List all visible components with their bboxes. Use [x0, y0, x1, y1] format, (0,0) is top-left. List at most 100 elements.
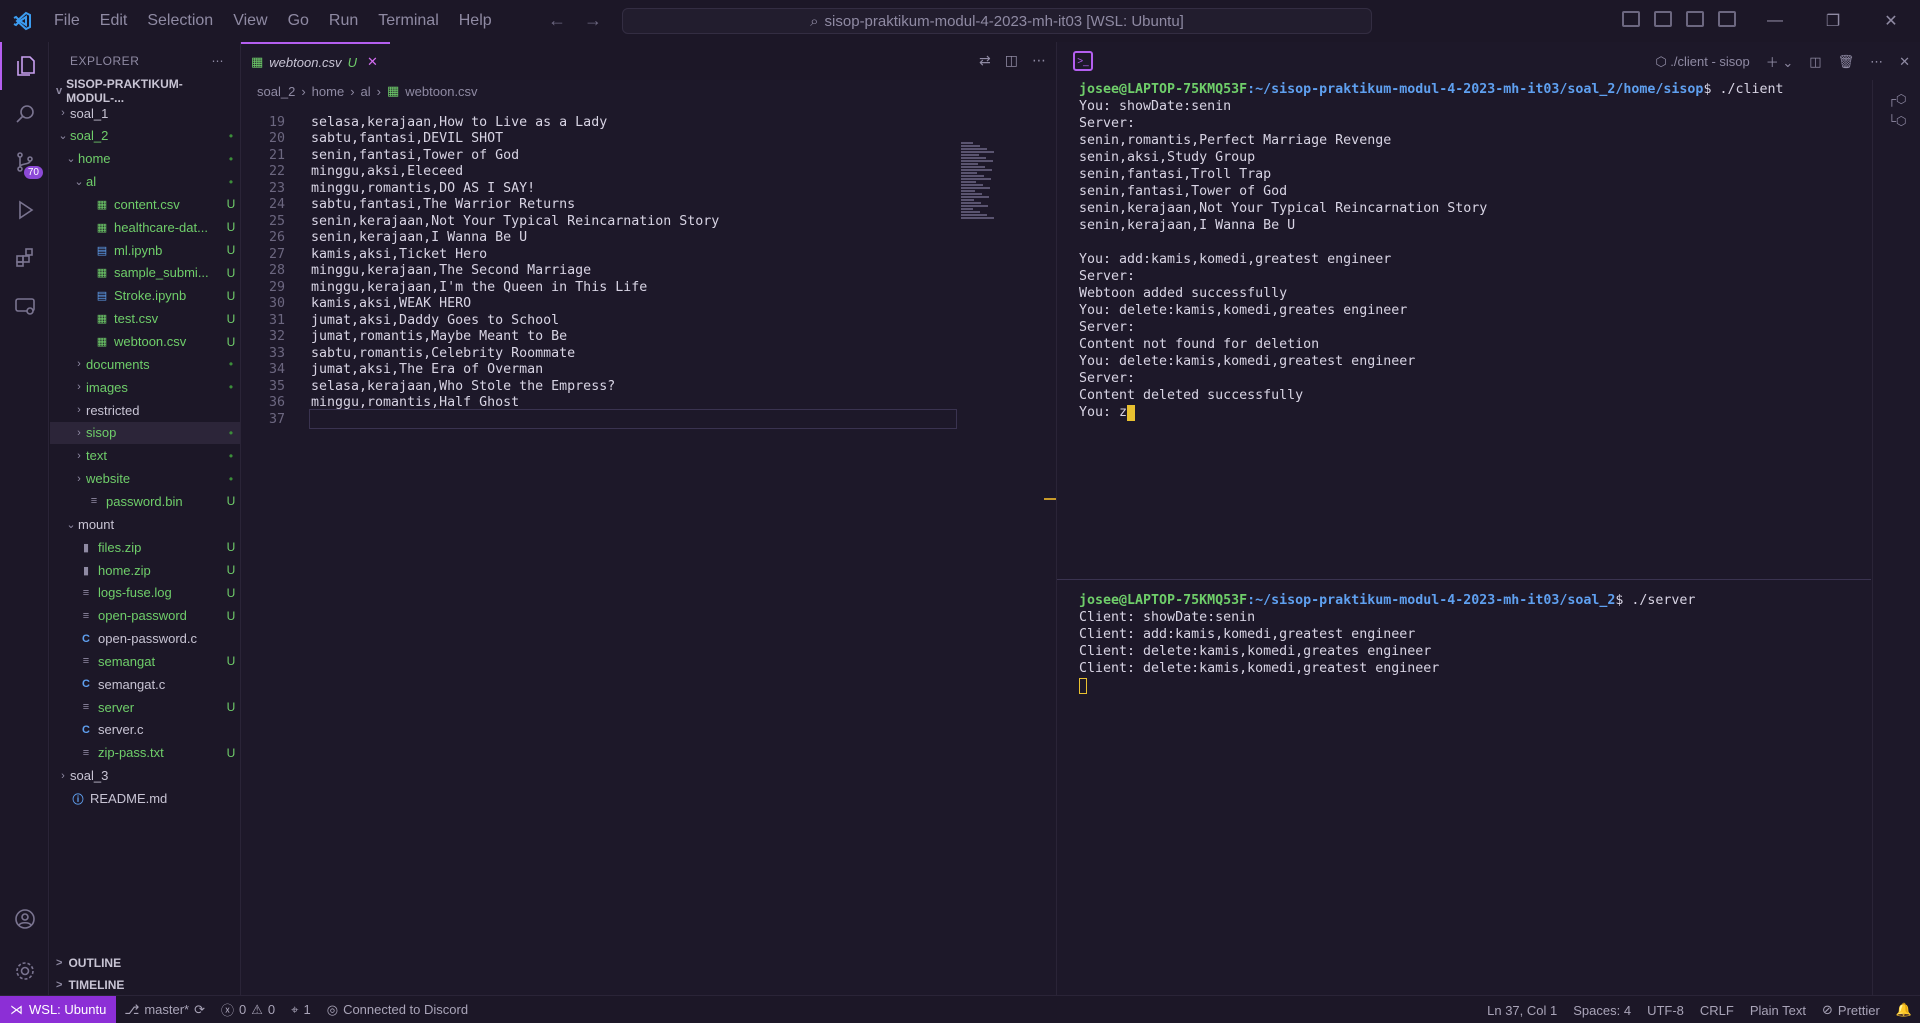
remote-indicator[interactable]: ⋊ WSL: Ubuntu [0, 995, 117, 1023]
menu-item-terminal[interactable]: Terminal [368, 12, 448, 30]
breadcrumb-item[interactable]: webtoon.csv [405, 84, 477, 99]
forward-arrow-icon[interactable]: → [584, 10, 602, 31]
run-debug-icon[interactable] [0, 186, 49, 234]
tree-folder[interactable]: ⌄ al • [50, 171, 240, 193]
menu-item-run[interactable]: Run [319, 12, 368, 30]
source-control-icon[interactable]: 70 [0, 138, 49, 186]
menu-item-file[interactable]: File [44, 12, 90, 30]
tree-file[interactable]: ▦ sample_submi... U [50, 262, 240, 284]
tree-file[interactable]: ▦ webtoon.csv U [50, 331, 240, 353]
menu-item-help[interactable]: Help [449, 12, 502, 30]
terminal-output-line: Client: showDate:senin [1079, 610, 1256, 625]
gear-icon[interactable] [0, 947, 49, 995]
project-name: SISOP-PRAKTIKUM-MODUL-... [66, 77, 183, 105]
more-actions-icon[interactable]: ⋯ [212, 54, 225, 68]
more-actions-icon[interactable]: ⋯ [1032, 52, 1046, 69]
explorer-icon[interactable] [0, 42, 49, 90]
breadcrumb-item[interactable]: soal_2 [257, 84, 295, 99]
prettier-status[interactable]: ⊘ Prettier [1814, 1002, 1888, 1018]
new-terminal-icon[interactable]: ＋ ⌄ [1766, 52, 1794, 71]
tree-item-label: sample_submi... [114, 265, 209, 281]
timeline-section[interactable]: > TIMELINE [50, 974, 240, 996]
problems-indicator[interactable]: ⓧ 0 ⚠ 0 [213, 1000, 283, 1019]
tree-file[interactable]: ▦ content.csv U [50, 193, 240, 215]
close-tab-icon[interactable]: ✕ [367, 54, 378, 70]
minimap[interactable] [961, 142, 997, 220]
tree-file[interactable]: Copen-password.c [50, 628, 240, 650]
extensions-icon[interactable] [0, 234, 49, 282]
trash-icon[interactable]: 🗑 [1838, 54, 1855, 70]
close-window-icon[interactable]: ✕ [1862, 0, 1920, 42]
outline-section[interactable]: > OUTLINE [50, 952, 240, 974]
close-panel-icon[interactable]: ✕ [1899, 54, 1910, 70]
tab-webtoon-csv[interactable]: ▦ webtoon.csv U ✕ [241, 42, 390, 80]
breadcrumb-item[interactable]: al [361, 84, 371, 99]
minimize-icon[interactable]: — [1746, 0, 1804, 42]
tree-file[interactable]: ≡ logs-fuse.log U [50, 582, 240, 604]
split-editor-icon[interactable]: ◫ [1005, 52, 1018, 69]
terminal-instance[interactable]: ⬡ ./client - sisop [1655, 54, 1749, 70]
terminal-input-line [1079, 677, 1087, 694]
menu-item-view[interactable]: View [223, 12, 277, 30]
tree-file[interactable]: ≡ password.bin U [50, 490, 240, 512]
language-mode[interactable]: Plain Text [1742, 1003, 1814, 1018]
indentation[interactable]: Spaces: 4 [1565, 1003, 1639, 1018]
tree-folder[interactable]: › restricted [50, 399, 240, 421]
tree-file[interactable]: ▤ Stroke.ipynb U [50, 285, 240, 307]
git-status: U [226, 334, 236, 349]
notifications-icon[interactable]: 🔔 [1888, 1002, 1920, 1018]
git-branch[interactable]: ⎇ master* ⟳ [116, 1002, 213, 1018]
tree-file[interactable]: Csemangat.c [50, 673, 240, 695]
tree-file[interactable]: ≡ semangat U [50, 650, 240, 672]
tree-file[interactable]: ▦ healthcare-dat... U [50, 216, 240, 238]
tree-folder[interactable]: › images • [50, 376, 240, 398]
ports-indicator[interactable]: ⌖ 1 [283, 1002, 319, 1018]
tree-folder[interactable]: › website • [50, 468, 240, 490]
tree-file[interactable]: ⓘ README.md [50, 788, 240, 810]
tree-folder[interactable]: › soal_1 [50, 102, 240, 124]
tree-folder[interactable]: ⌄ mount [50, 513, 240, 535]
remote-explorer-icon[interactable] [0, 282, 49, 330]
tree-file[interactable]: ▮ files.zip U [50, 536, 240, 558]
tree-file[interactable]: ≡ open-password U [50, 605, 240, 627]
command-center-search[interactable]: ⌕ sisop-praktikum-modul-4-2023-mh-it03 [… [622, 8, 1372, 34]
breadcrumb-item[interactable]: home [312, 84, 345, 99]
account-icon[interactable] [0, 895, 49, 943]
tree-file[interactable]: ≡ zip-pass.txt U [50, 742, 240, 764]
toggle-panel-icon[interactable] [1654, 11, 1672, 27]
menu-item-selection[interactable]: Selection [137, 12, 223, 30]
restore-icon[interactable]: ❐ [1804, 0, 1862, 42]
discord-status[interactable]: ◎ Connected to Discord [319, 1002, 476, 1018]
back-arrow-icon[interactable]: ← [548, 10, 566, 31]
tree-file[interactable]: ▤ ml.ipynb U [50, 239, 240, 261]
tree-file[interactable]: Cserver.c [50, 719, 240, 741]
encoding[interactable]: UTF-8 [1639, 1003, 1692, 1018]
menu-item-go[interactable]: Go [278, 12, 319, 30]
tree-file[interactable]: ▮ home.zip U [50, 559, 240, 581]
menu-item-edit[interactable]: Edit [90, 12, 138, 30]
terminal-split-divider[interactable] [1057, 579, 1871, 580]
search-icon[interactable] [0, 90, 49, 138]
toggle-secondary-sidebar-icon[interactable] [1686, 11, 1704, 27]
open-changes-icon[interactable]: ⇄ [979, 52, 991, 69]
line-number: 21 [268, 147, 285, 163]
split-terminal-icon[interactable]: ◫ [1809, 54, 1821, 70]
more-actions-icon[interactable]: ⋯ [1870, 54, 1883, 70]
line-ending[interactable]: CRLF [1692, 1003, 1742, 1018]
tree-folder[interactable]: ⌄ soal_2 • [50, 125, 240, 147]
terminal-tab-server[interactable]: └⬡ [1873, 110, 1920, 132]
tree-folder[interactable]: ⌄ home • [50, 148, 240, 170]
tree-folder[interactable]: › documents • [50, 353, 240, 375]
project-root[interactable]: v SISOP-PRAKTIKUM-MODUL-... [50, 77, 240, 105]
customize-layout-icon[interactable] [1718, 11, 1736, 27]
toggle-primary-sidebar-icon[interactable] [1622, 11, 1640, 27]
cursor-position[interactable]: Ln 37, Col 1 [1479, 1003, 1565, 1018]
tree-file[interactable]: ≡ server U [50, 696, 240, 718]
tree-folder[interactable]: › text • [50, 445, 240, 467]
line-number: 34 [268, 362, 285, 377]
tree-folder[interactable]: › sisop • [50, 421, 240, 444]
tree-file[interactable]: ▦ test.csv U [50, 308, 240, 330]
git-status: U [226, 220, 236, 235]
terminal-tab-client[interactable]: ┌⬡ [1873, 88, 1920, 110]
tree-folder[interactable]: › soal_3 [50, 765, 240, 787]
